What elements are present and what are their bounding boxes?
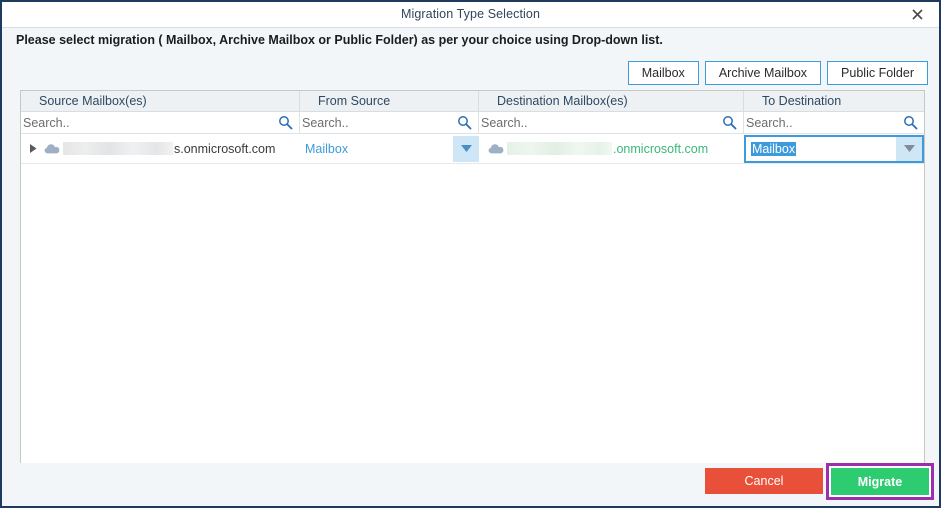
archive-mailbox-button[interactable]: Archive Mailbox	[704, 61, 822, 85]
grid-header-row: Source Mailbox(es) From Source Destinati…	[21, 91, 924, 112]
column-header-to-destination[interactable]: To Destination	[744, 91, 924, 111]
page-title: Migration Type Selection	[400, 7, 541, 21]
mailbox-mapping-grid: Source Mailbox(es) From Source Destinati…	[20, 90, 925, 465]
from-source-dropdown-value: Mailbox	[305, 141, 349, 156]
migration-type-button-group: Mailbox Archive Mailbox Public Folder	[627, 61, 928, 85]
chevron-down-icon[interactable]	[896, 136, 922, 161]
search-cell-destination-mailboxes	[479, 112, 744, 133]
column-header-destination-mailboxes[interactable]: Destination Mailbox(es)	[479, 91, 744, 111]
expand-row-icon[interactable]	[25, 144, 41, 153]
cell-from-source[interactable]: Mailbox	[300, 134, 479, 163]
column-header-from-source[interactable]: From Source	[300, 91, 479, 111]
search-icon[interactable]	[278, 115, 293, 130]
title-bar: Migration Type Selection	[2, 2, 939, 28]
search-icon[interactable]	[457, 115, 472, 130]
search-cell-to-destination	[744, 112, 924, 133]
to-destination-selected-text: Mailbox	[751, 141, 797, 156]
migrate-button-highlight: Migrate	[826, 463, 934, 500]
instruction-bar: Please select migration ( Mailbox, Archi…	[2, 28, 939, 54]
migration-type-selection-dialog: Migration Type Selection Please select m…	[0, 0, 941, 508]
table-row[interactable]: s.onmicrosoft.com Mailbox .onmicrosoft.c…	[21, 134, 924, 164]
cloud-icon	[44, 142, 61, 156]
search-cell-source-mailboxes	[21, 112, 300, 133]
cloud-icon	[488, 142, 505, 156]
grid-search-row	[21, 112, 924, 134]
from-source-dropdown[interactable]: Mailbox	[300, 135, 479, 162]
cell-destination-mailbox[interactable]: .onmicrosoft.com	[479, 134, 744, 163]
search-input-destination-mailboxes[interactable]	[479, 112, 743, 133]
search-input-to-destination[interactable]	[744, 112, 924, 133]
cell-source-mailbox[interactable]: s.onmicrosoft.com	[21, 134, 300, 163]
source-domain-text: s.onmicrosoft.com	[174, 141, 276, 156]
destination-domain-text: .onmicrosoft.com	[613, 141, 709, 156]
close-icon[interactable]	[897, 2, 937, 27]
to-destination-dropdown[interactable]: Mailbox	[744, 134, 924, 163]
cell-to-destination[interactable]: Mailbox	[744, 134, 924, 163]
to-destination-dropdown-value: Mailbox	[746, 141, 896, 156]
redacted-destination-name	[507, 142, 612, 155]
search-icon[interactable]	[903, 115, 918, 130]
public-folder-button[interactable]: Public Folder	[827, 61, 928, 85]
instruction-text: Please select migration ( Mailbox, Archi…	[16, 33, 663, 47]
search-input-source-mailboxes[interactable]	[21, 112, 299, 133]
chevron-down-icon[interactable]	[453, 135, 479, 162]
migrate-button[interactable]: Migrate	[831, 468, 929, 495]
search-cell-from-source	[300, 112, 479, 133]
search-icon[interactable]	[722, 115, 737, 130]
mailbox-button[interactable]: Mailbox	[627, 61, 699, 85]
search-input-from-source[interactable]	[300, 112, 478, 133]
redacted-source-name	[63, 142, 173, 155]
dialog-footer: Cancel Migrate	[2, 463, 939, 506]
cancel-button[interactable]: Cancel	[705, 468, 823, 494]
column-header-source-mailboxes[interactable]: Source Mailbox(es)	[21, 91, 300, 111]
